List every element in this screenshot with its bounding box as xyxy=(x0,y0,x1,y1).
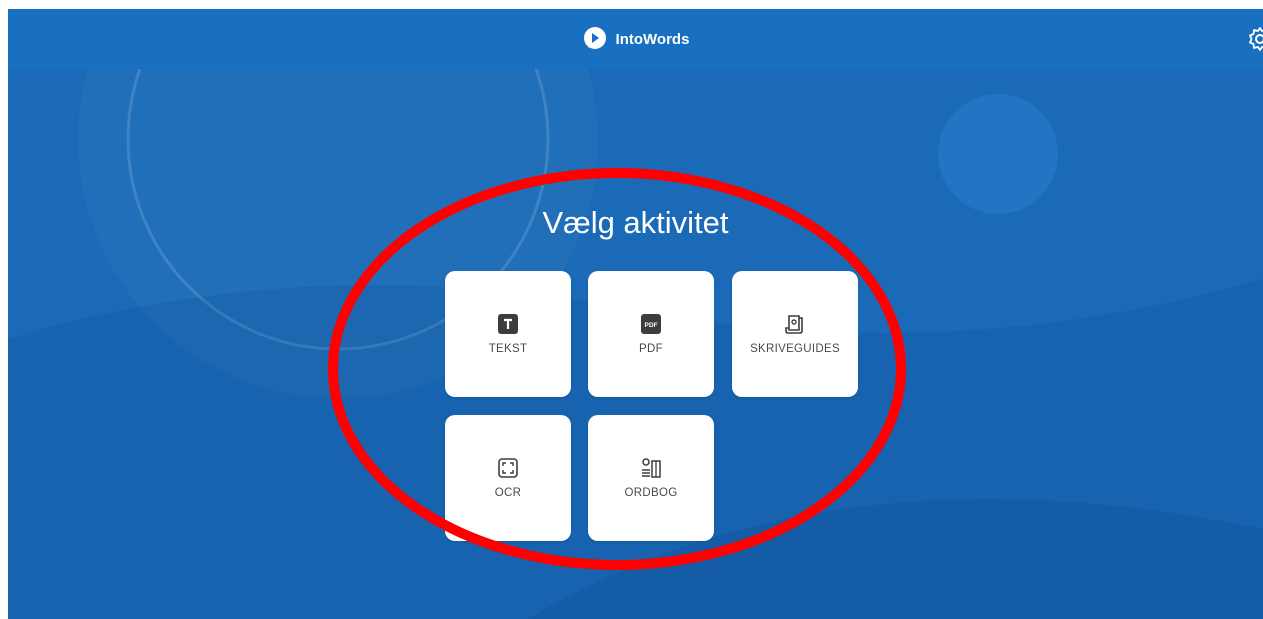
settings-gear-icon[interactable] xyxy=(1247,26,1263,52)
pdf-icon: PDF xyxy=(641,314,661,334)
text-icon xyxy=(498,314,518,334)
pdf-icon-text: PDF xyxy=(645,322,658,329)
tile-label: SKRIVEGUIDES xyxy=(750,343,840,355)
tile-ocr[interactable]: OCR xyxy=(445,415,571,541)
tile-label: TEKST xyxy=(488,343,528,355)
app-window: IntoWords Vælg aktivitet TEKST PDF PDF S… xyxy=(8,9,1263,619)
page-title: Vælg aktivitet xyxy=(542,205,729,240)
intowords-logo-icon xyxy=(583,27,606,49)
tile-skriveguides[interactable]: SKRIVEGUIDES xyxy=(732,271,858,397)
tile-label: PDF xyxy=(639,343,663,355)
ocr-scan-icon xyxy=(498,458,518,478)
brand: IntoWords xyxy=(582,26,690,52)
tile-label: OCR xyxy=(494,487,522,499)
tile-pdf[interactable]: PDF PDF xyxy=(588,271,714,397)
dictionary-icon xyxy=(642,458,661,478)
tile-ordbog[interactable]: ORDBOG xyxy=(588,415,714,541)
app-title: IntoWords xyxy=(615,30,690,48)
writing-guide-icon xyxy=(785,315,803,334)
tile-label: ORDBOG xyxy=(624,487,678,499)
top-bar: IntoWords xyxy=(8,9,1263,69)
tile-tekst[interactable]: TEKST xyxy=(445,271,571,397)
